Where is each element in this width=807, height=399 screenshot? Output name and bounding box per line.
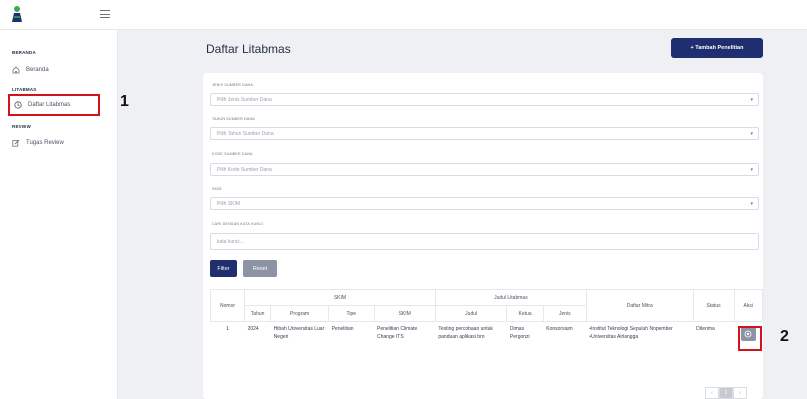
sidebar-item-label: Daftar Litabmas	[28, 102, 71, 108]
column-header-jenis: Jenis	[542, 305, 587, 322]
chevron-down-icon: ▾	[750, 97, 753, 103]
filter-button[interactable]: Filter	[210, 260, 237, 277]
column-header-program: Program	[270, 305, 330, 322]
chevron-down-icon: ▾	[750, 201, 753, 207]
chevron-down-icon: ▾	[750, 131, 753, 137]
column-header-judul: Judul	[434, 305, 508, 322]
sidebar-item-label: Beranda	[26, 67, 49, 73]
column-header-nomor: Nomor	[209, 289, 246, 322]
cell-tipe: Penelitian	[331, 326, 354, 332]
column-header-skim: SKIM	[373, 305, 436, 322]
callout-number-2: 2	[780, 328, 789, 345]
column-header-aksi: Aksi	[733, 289, 764, 322]
sidebar-item-beranda[interactable]: Beranda	[12, 64, 49, 76]
cell-judul: Testing percobaan untuk panduan aplikasi…	[438, 326, 493, 340]
edit-icon	[12, 139, 20, 147]
jenis-sumber-dana-select[interactable]: Pilih Jenis Sumber Dana ▾	[210, 93, 759, 106]
pagination-prev[interactable]: ‹	[705, 387, 719, 399]
cell-nomor: 1	[226, 326, 229, 332]
column-header-tipe: Tipe	[328, 305, 375, 322]
cell-ketua: Dimas Pergonzi	[509, 326, 530, 340]
cell-mitra: Institut Teknologi Sepuluh Nopember Univ…	[586, 322, 693, 346]
pagination-page[interactable]: 1	[719, 387, 733, 399]
select-placeholder: Pilih SKIM	[217, 200, 241, 207]
tahun-sumber-dana-select[interactable]: Pilih Tahun Sumber Dana ▾	[210, 127, 759, 140]
pagination-next[interactable]: ›	[733, 387, 747, 399]
filter-card: JENIS SUMBER DANA Pilih Jenis Sumber Dan…	[203, 73, 764, 399]
keyword-label: CARI DENGAN KATA KUNCI	[212, 222, 264, 226]
sidebar: BERANDA Beranda LITABMAS Daftar Litabmas…	[0, 30, 118, 399]
callout-number-1: 1	[120, 93, 129, 110]
tahun-sumber-dana-label: TAHUN SUMBER DANA	[212, 117, 255, 121]
sidebar-section-review: REVIEW	[12, 124, 31, 129]
column-header-ketua: Ketua	[506, 305, 544, 322]
column-group-judul: Judul Litabmas	[434, 289, 587, 306]
kode-sumber-dana-select[interactable]: Pilih Kode Sumber Dana ▾	[210, 163, 759, 176]
cell-skim: Penelitian Climate Change ITS	[377, 326, 418, 340]
mitra-item: Institut Teknologi Sepuluh Nopember	[589, 326, 690, 334]
litabmas-table: Nomor SKIM Judul Litabmas Daftar Mitra S…	[209, 289, 764, 346]
select-placeholder: Pilih Kode Sumber Dana	[217, 166, 272, 173]
sidebar-section-litabmas: LITABMAS	[12, 87, 37, 92]
sidebar-section-beranda: BERANDA	[12, 50, 36, 55]
sidebar-item-daftar-litabmas[interactable]: Daftar Litabmas	[8, 94, 100, 116]
skim-label: SKIM	[212, 187, 222, 191]
select-placeholder: Pilih Jenis Sumber Dana	[217, 96, 272, 103]
sidebar-item-tugas-review[interactable]: Tugas Review	[12, 137, 64, 149]
column-group-skim: SKIM	[244, 289, 436, 306]
kode-sumber-dana-label: KODE SUMBER DANA	[212, 152, 253, 156]
chevron-down-icon: ▾	[750, 167, 753, 173]
pagination: ‹ 1 ›	[705, 387, 747, 399]
select-placeholder: Pilih Tahun Sumber Dana	[217, 130, 274, 137]
highlight-box-aksi	[738, 326, 762, 351]
home-icon	[12, 66, 20, 74]
column-header-tahun: Tahun	[244, 305, 272, 322]
top-bar	[0, 0, 807, 30]
skim-select[interactable]: Pilih SKIM ▾	[210, 197, 759, 210]
column-header-status: Status	[692, 289, 735, 322]
jenis-sumber-dana-label: JENIS SUMBER DANA	[212, 83, 253, 87]
page-title: Daftar Litabmas	[206, 42, 291, 56]
cell-tahun: 2024	[247, 326, 259, 332]
cell-program: Hibah Universitas Luar Negeri	[273, 326, 325, 340]
add-research-button[interactable]: + Tambah Penelitian	[671, 38, 763, 58]
clock-icon	[14, 101, 22, 109]
column-header-mitra: Daftar Mitra	[585, 289, 694, 322]
keyword-input[interactable]: kata kunci...	[210, 233, 759, 250]
cell-jenis: Konsorsium	[546, 326, 573, 332]
cell-status: Diterima	[696, 326, 715, 332]
sidebar-item-label: Tugas Review	[26, 140, 64, 146]
reset-button[interactable]: Reset	[243, 260, 277, 277]
mitra-item: Universitas Airlangga	[589, 334, 690, 342]
table-row: 1 2024 Hibah Universitas Luar Negeri Pen…	[211, 322, 763, 346]
menu-toggle-icon[interactable]	[100, 10, 110, 18]
app-logo	[12, 6, 22, 22]
